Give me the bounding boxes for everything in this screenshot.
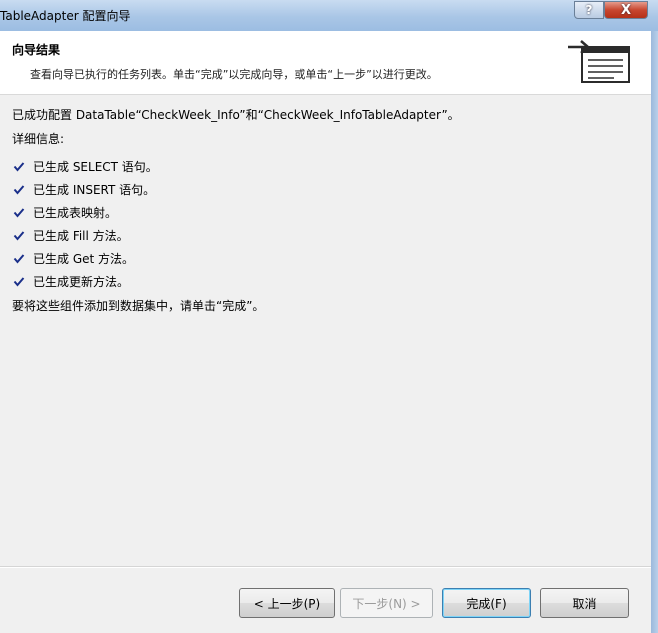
wizard-results: 已成功配置 DataTable“CheckWeek_Info”和“CheckWe… [12, 107, 632, 314]
list-item: 已生成更新方法。 [12, 270, 632, 293]
step-text: 已生成 Get 方法。 [33, 252, 135, 266]
success-message: 已成功配置 DataTable“CheckWeek_Info”和“CheckWe… [12, 108, 460, 122]
window-title: TableAdapter 配置向导 [0, 9, 131, 23]
list-item: 已生成 Fill 方法。 [12, 224, 632, 247]
finish-instruction: 要将这些组件添加到数据集中，请单击“完成”。 [12, 299, 265, 313]
list-item: 已生成表映射。 [12, 201, 632, 224]
wizard-summary-icon [568, 40, 630, 83]
page-title: 向导结果 [12, 43, 61, 57]
step-list: 已生成 SELECT 语句。 已生成 INSERT 语句。 已生成表映射。 已生… [12, 155, 632, 293]
checkmark-icon [13, 230, 25, 241]
checkmark-icon [13, 276, 25, 287]
previous-button[interactable]: < 上一步(P) [239, 588, 335, 618]
checkmark-icon [13, 207, 25, 218]
finish-button[interactable]: 完成(F) [442, 588, 531, 618]
wizard-header: 向导结果 查看向导已执行的任务列表。单击“完成”以完成向导，或单击“上一步”以进… [0, 31, 651, 95]
step-text: 已生成 INSERT 语句。 [33, 183, 156, 197]
step-text: 已生成 SELECT 语句。 [33, 160, 158, 174]
next-button[interactable]: 下一步(N) > [340, 588, 433, 618]
window-frame-right [651, 31, 658, 633]
details-label: 详细信息: [12, 132, 65, 146]
cancel-button[interactable]: 取消 [540, 588, 629, 618]
title-bar: TableAdapter 配置向导 ? X [0, 0, 658, 31]
help-button[interactable]: ? [574, 1, 604, 19]
help-icon: ? [585, 3, 593, 17]
close-icon: X [620, 2, 632, 18]
checkmark-icon [13, 184, 25, 195]
list-item: 已生成 INSERT 语句。 [12, 178, 632, 201]
step-text: 已生成 Fill 方法。 [33, 229, 129, 243]
step-text: 已生成表映射。 [33, 206, 118, 220]
close-button[interactable]: X [604, 1, 648, 19]
list-item: 已生成 SELECT 语句。 [12, 155, 632, 178]
page-subtitle: 查看向导已执行的任务列表。单击“完成”以完成向导，或单击“上一步”以进行更改。 [30, 68, 438, 81]
step-text: 已生成更新方法。 [33, 275, 130, 289]
footer-divider [0, 566, 651, 568]
wizard-dialog: 向导结果 查看向导已执行的任务列表。单击“完成”以完成向导，或单击“上一步”以进… [0, 31, 651, 633]
checkmark-icon [13, 161, 25, 172]
list-item: 已生成 Get 方法。 [12, 247, 632, 270]
checkmark-icon [13, 253, 25, 264]
